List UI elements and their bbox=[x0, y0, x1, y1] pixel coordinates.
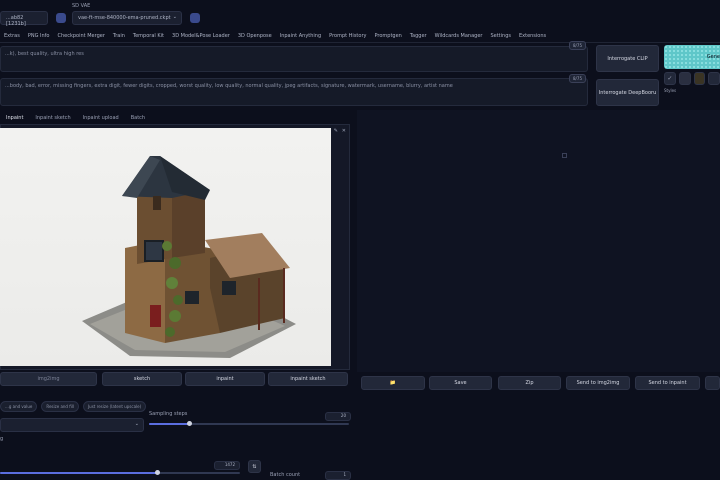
check-icon[interactable]: ✓ bbox=[664, 72, 676, 85]
copy-to-inpaint-sketch-button[interactable]: inpaint sketch bbox=[268, 372, 348, 386]
sd-vae-select[interactable]: vae-ft-mse-840000-ema-pruned.ckpt ⌄ bbox=[72, 11, 182, 25]
width-fill bbox=[0, 472, 157, 474]
save-style-icon[interactable] bbox=[708, 72, 720, 85]
interrogate-clip-button[interactable]: Interrogate CLIP bbox=[596, 45, 659, 72]
generate-button[interactable]: Gene bbox=[664, 45, 720, 69]
tab-tagger[interactable]: Tagger bbox=[410, 33, 427, 41]
tab-settings[interactable]: Settings bbox=[490, 33, 511, 41]
copy-to-sketch-button[interactable]: sketch bbox=[102, 372, 182, 386]
output-gallery-panel bbox=[357, 110, 720, 372]
tab-train[interactable]: Train bbox=[113, 33, 125, 41]
tab-divider bbox=[0, 42, 720, 43]
sampler-select[interactable]: ⌄ bbox=[0, 418, 144, 432]
slider-thumb[interactable] bbox=[155, 470, 160, 475]
tab-promptgen[interactable]: Promptgen bbox=[374, 33, 401, 41]
positive-prompt-text: ...k), best quality, ultra high res bbox=[5, 51, 84, 57]
open-folder-button[interactable]: 📁 bbox=[361, 376, 425, 390]
trash-icon[interactable] bbox=[678, 72, 691, 85]
batch-count-value: 1 bbox=[343, 472, 346, 477]
copy-to-img2img-label: img2img bbox=[37, 376, 60, 382]
tab-checkpoint-merger[interactable]: Checkpoint Merger bbox=[58, 33, 105, 41]
send-to-img2img-label: Send to img2img bbox=[576, 380, 620, 386]
inpaint-image[interactable] bbox=[0, 128, 331, 366]
interrogate-deepbooru-label: Interrogate DeepBooru bbox=[598, 89, 657, 96]
copy-to-inpaint-sketch-label: inpaint sketch bbox=[290, 376, 326, 382]
swap-dimensions-button[interactable]: ⇅ bbox=[248, 460, 261, 473]
sampling-steps-fill bbox=[149, 423, 189, 425]
save-label: Save bbox=[454, 380, 467, 386]
tab-extensions[interactable]: Extensions bbox=[519, 33, 546, 41]
zip-button[interactable]: Zip bbox=[498, 376, 561, 390]
batch-count-input[interactable]: 1 bbox=[325, 471, 351, 480]
width-slider[interactable] bbox=[0, 470, 240, 475]
swap-icon: ⇅ bbox=[252, 463, 257, 470]
slider-thumb[interactable] bbox=[187, 421, 192, 426]
generate-label: Gene bbox=[706, 54, 720, 60]
zip-label: Zip bbox=[525, 380, 534, 386]
send-to-inpaint-label: Send to inpaint bbox=[648, 380, 687, 386]
sampling-steps-value: 20 bbox=[340, 413, 346, 418]
sampling-steps-slider[interactable] bbox=[149, 421, 349, 426]
resize-option-fill[interactable]: Resize and fill bbox=[41, 401, 79, 412]
copy-to-inpaint-button[interactable]: inpaint bbox=[185, 372, 265, 386]
sd-vae-value: vae-ft-mse-840000-ema-pruned.ckpt bbox=[78, 15, 171, 21]
image-placeholder-icon bbox=[562, 153, 567, 158]
clipboard-icon[interactable] bbox=[693, 72, 706, 85]
token-counter-positive: 8/75 bbox=[569, 41, 586, 50]
tab-3d-openpose[interactable]: 3D Openpose bbox=[238, 33, 272, 41]
tab-prompt-history[interactable]: Prompt History bbox=[329, 33, 366, 41]
refresh-checkpoint-button[interactable] bbox=[56, 13, 66, 23]
send-to-img2img-button[interactable]: Send to img2img bbox=[566, 376, 630, 390]
house-illustration bbox=[82, 156, 296, 358]
close-icon[interactable]: ✕ bbox=[342, 128, 346, 134]
left-partial-label: g bbox=[0, 436, 4, 442]
copy-to-inpaint-label: inpaint bbox=[216, 376, 234, 382]
resize-mode-group: ...g and value Resize and fill Just resi… bbox=[0, 401, 147, 412]
copy-to-img2img-button[interactable]: img2img bbox=[0, 372, 97, 386]
send-to-inpaint-button[interactable]: Send to inpaint bbox=[635, 376, 700, 390]
img2img-tab-bar: Inpaint Inpaint sketch Inpaint upload Ba… bbox=[6, 115, 346, 121]
style-tools: ✓ bbox=[664, 72, 720, 86]
negative-prompt-text: ...body, bad, error, missing fingers, ex… bbox=[5, 83, 453, 89]
tab-inpaint[interactable]: Inpaint bbox=[6, 115, 23, 121]
tab-3d-model-pose-loader[interactable]: 3D Model&Pose Loader bbox=[172, 33, 230, 41]
resize-option-crop[interactable]: ...g and value bbox=[0, 401, 38, 412]
send-to-extras-button[interactable] bbox=[705, 376, 720, 390]
tab-extras[interactable]: Extras bbox=[4, 33, 20, 41]
folder-icon: 📁 bbox=[389, 380, 397, 386]
width-value: 1472 bbox=[224, 462, 235, 467]
styles-label: Styles bbox=[664, 88, 677, 93]
tab-png-info[interactable]: PNG Info bbox=[28, 33, 50, 41]
width-input[interactable]: 1472 bbox=[214, 461, 240, 470]
batch-count-label: Batch count bbox=[270, 472, 301, 478]
positive-prompt-input[interactable]: ...k), best quality, ultra high res bbox=[0, 46, 588, 72]
sd-vae-label: SD VAE bbox=[72, 3, 91, 9]
negative-prompt-input[interactable]: ...body, bad, error, missing fingers, ex… bbox=[0, 78, 588, 106]
chevron-down-icon: ⌄ bbox=[172, 14, 177, 20]
resize-option-latent[interactable]: Just resize (latent upscale) bbox=[83, 401, 147, 412]
interrogate-deepbooru-button[interactable]: Interrogate DeepBooru bbox=[596, 79, 659, 106]
tab-temporal-kit[interactable]: Temporal Kit bbox=[133, 33, 164, 41]
save-button[interactable]: Save bbox=[429, 376, 492, 390]
tab-wildcards-manager[interactable]: Wildcards Manager bbox=[435, 33, 483, 41]
tab-inpaint-sketch[interactable]: Inpaint sketch bbox=[35, 115, 70, 121]
checkpoint-select[interactable]: ...ab82 [1231b] bbox=[0, 11, 48, 27]
token-counter-negative: 8/75 bbox=[569, 74, 586, 83]
chevron-down-icon: ⌄ bbox=[134, 421, 139, 427]
copy-to-sketch-label: sketch bbox=[133, 376, 151, 382]
interrogate-clip-label: Interrogate CLIP bbox=[607, 55, 648, 62]
sampling-steps-input[interactable]: 20 bbox=[325, 412, 351, 421]
tab-batch[interactable]: Batch bbox=[131, 115, 145, 121]
tab-inpaint-anything[interactable]: Inpaint Anything bbox=[280, 33, 321, 41]
checkpoint-value: ...ab82 [1231b] bbox=[6, 15, 26, 27]
main-tab-bar: Extras PNG Info Checkpoint Merger Train … bbox=[4, 33, 644, 41]
refresh-vae-button[interactable] bbox=[190, 13, 200, 23]
edit-icon[interactable]: ✎ bbox=[334, 128, 338, 134]
sampling-steps-label: Sampling steps bbox=[149, 411, 188, 417]
tab-inpaint-upload[interactable]: Inpaint upload bbox=[83, 115, 119, 121]
